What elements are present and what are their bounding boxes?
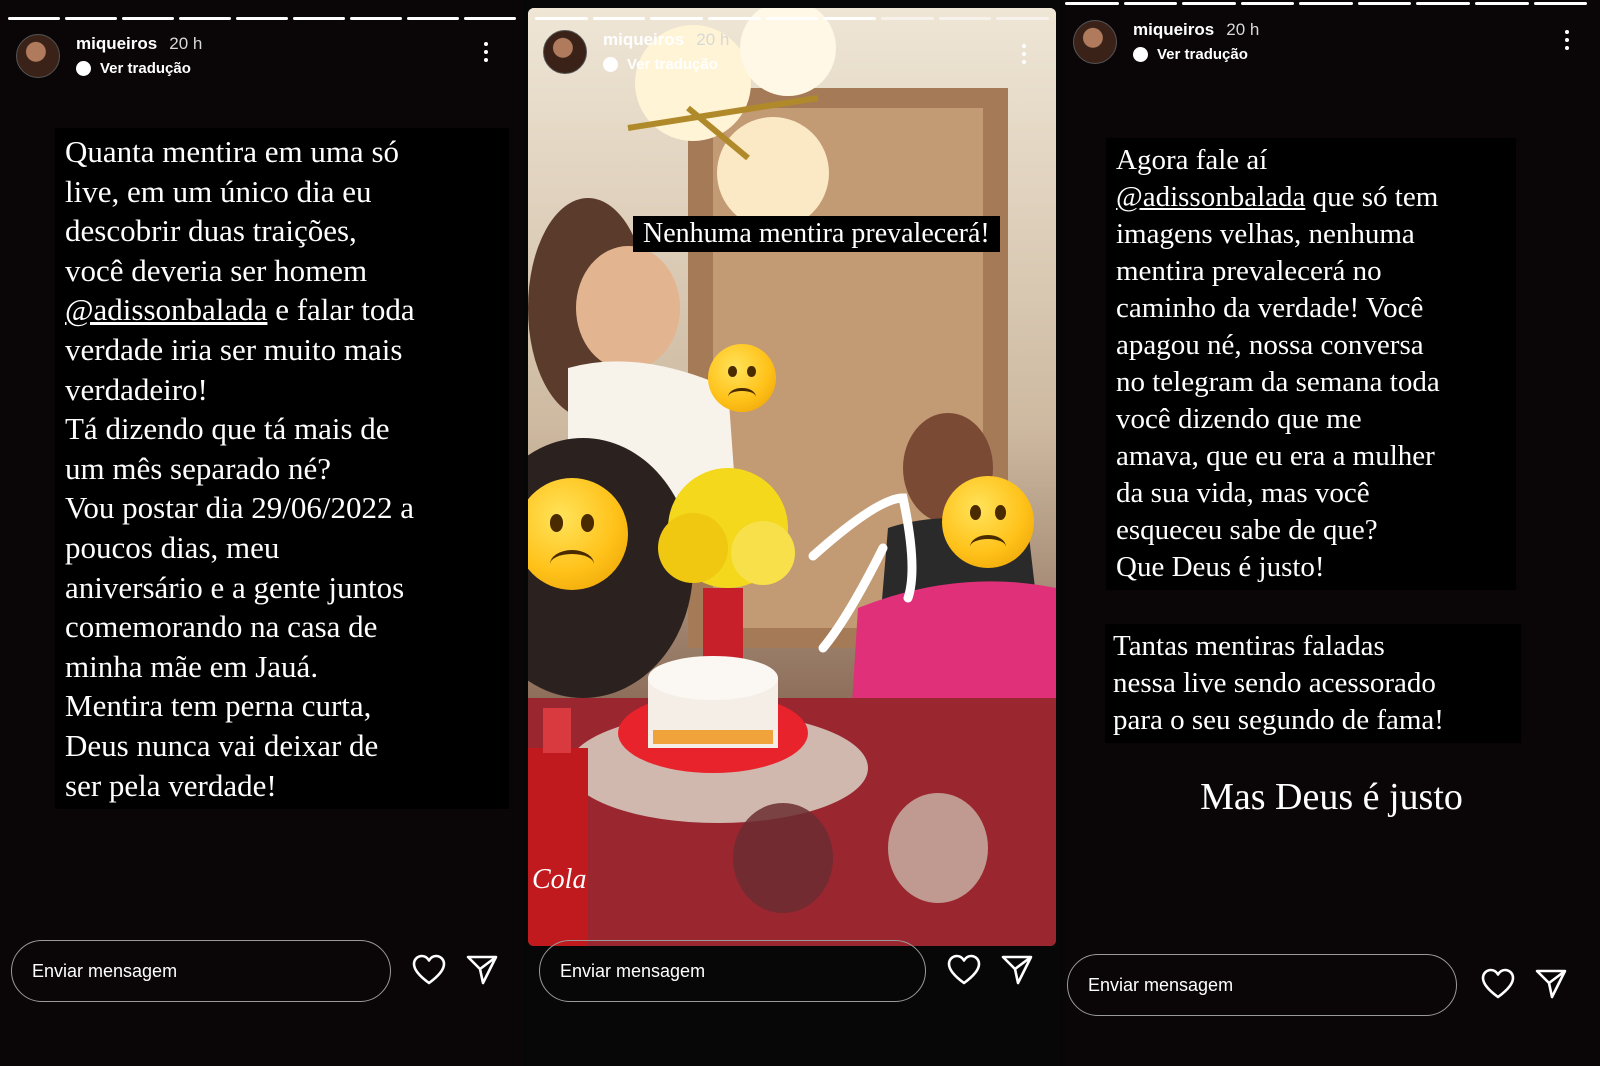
progress-segment bbox=[765, 17, 819, 20]
translate-icon bbox=[603, 57, 618, 72]
progress-segment bbox=[996, 17, 1050, 20]
bottle-label: Cola bbox=[532, 864, 586, 895]
sad-face-emoji bbox=[942, 476, 1034, 568]
story-progress-bar bbox=[535, 17, 1050, 20]
progress-segment bbox=[1065, 2, 1119, 5]
more-options-icon[interactable] bbox=[1021, 44, 1027, 64]
progress-segment bbox=[1533, 2, 1588, 5]
progress-segment bbox=[1240, 2, 1295, 5]
avatar[interactable] bbox=[1073, 20, 1117, 64]
sad-face-emoji bbox=[708, 344, 776, 412]
progress-segment bbox=[293, 17, 345, 20]
progress-segment bbox=[1357, 2, 1412, 5]
progress-segment bbox=[535, 17, 588, 20]
progress-segment bbox=[938, 17, 992, 20]
story-text: Agora fale aí bbox=[1116, 144, 1268, 176]
progress-segment bbox=[1123, 2, 1178, 5]
story-progress-bar bbox=[8, 17, 516, 20]
story-text: que só tem imagens velhas, nenhuma menti… bbox=[1116, 181, 1440, 583]
story-photo: Cola bbox=[528, 8, 1056, 946]
progress-segment bbox=[65, 17, 117, 20]
avatar[interactable] bbox=[543, 30, 587, 74]
mention-link[interactable]: @adissonbalada bbox=[1116, 181, 1305, 213]
story-text-block: Tantas mentiras faladas nessa live sendo… bbox=[1105, 624, 1521, 743]
story-time: 20 h bbox=[696, 30, 730, 49]
translate-link[interactable]: Ver tradução bbox=[603, 56, 729, 73]
story-text-block: Mas Deus é justo bbox=[1200, 776, 1463, 818]
progress-segment bbox=[592, 17, 646, 20]
progress-segment bbox=[1299, 2, 1353, 5]
story-text: Quanta mentira em uma só live, em um úni… bbox=[65, 134, 400, 288]
progress-segment bbox=[650, 17, 704, 20]
story-header: miqueiros 20 h Ver tradução bbox=[1073, 20, 1259, 64]
more-options-icon[interactable] bbox=[483, 42, 489, 62]
username[interactable]: miqueiros bbox=[76, 34, 157, 54]
story-time: 20 h bbox=[1226, 20, 1260, 39]
progress-segment bbox=[881, 17, 934, 20]
progress-segment bbox=[708, 17, 761, 20]
progress-segment bbox=[1416, 2, 1470, 5]
progress-segment bbox=[1182, 2, 1236, 5]
send-icon[interactable] bbox=[1001, 954, 1033, 986]
progress-segment bbox=[407, 17, 459, 20]
story-text-block: Agora fale aí @adissonbalada que só tem … bbox=[1106, 138, 1516, 590]
story-progress-bar bbox=[1065, 2, 1588, 5]
progress-segment bbox=[350, 17, 402, 20]
username[interactable]: miqueiros bbox=[603, 30, 684, 50]
progress-segment bbox=[236, 17, 288, 20]
mention-link[interactable]: @adissonbalada bbox=[65, 292, 267, 327]
progress-segment bbox=[1474, 2, 1529, 5]
translate-label: Ver tradução bbox=[627, 56, 718, 73]
message-placeholder: Enviar mensagem bbox=[1088, 974, 1234, 995]
translate-link[interactable]: Ver tradução bbox=[76, 60, 202, 77]
story-text-block: Quanta mentira em uma só live, em um úni… bbox=[55, 128, 509, 810]
message-input[interactable]: Enviar mensagem bbox=[1067, 954, 1457, 1016]
send-icon[interactable] bbox=[466, 954, 498, 986]
heart-icon[interactable] bbox=[947, 954, 981, 986]
translate-icon bbox=[1133, 47, 1148, 62]
story-panel-3: miqueiros 20 h Ver tradução Agora fale a… bbox=[1063, 0, 1600, 1066]
heart-icon[interactable] bbox=[1481, 968, 1515, 1000]
progress-segment bbox=[464, 17, 516, 20]
story-header: miqueiros 20 h Ver tradução bbox=[16, 34, 202, 78]
username[interactable]: miqueiros bbox=[1133, 20, 1214, 40]
more-options-icon[interactable] bbox=[1564, 30, 1570, 50]
story-header: miqueiros 20 h Ver tradução bbox=[543, 30, 729, 74]
message-placeholder: Enviar mensagem bbox=[32, 960, 178, 981]
message-input[interactable]: Enviar mensagem bbox=[11, 940, 391, 1002]
story-text: e falar toda verdade iria ser muito mais… bbox=[65, 292, 415, 803]
message-placeholder: Enviar mensagem bbox=[560, 960, 706, 981]
story-time: 20 h bbox=[169, 34, 203, 53]
progress-segment bbox=[8, 17, 60, 20]
avatar[interactable] bbox=[16, 34, 60, 78]
translate-label: Ver tradução bbox=[1157, 46, 1248, 63]
progress-segment bbox=[823, 17, 877, 20]
translate-icon bbox=[76, 61, 91, 76]
progress-segment bbox=[179, 17, 231, 20]
heart-icon[interactable] bbox=[412, 954, 446, 986]
story-panel-1: miqueiros 20 h Ver tradução Quanta menti… bbox=[0, 0, 524, 1066]
send-icon[interactable] bbox=[1535, 968, 1567, 1000]
translate-label: Ver tradução bbox=[100, 60, 191, 77]
story-caption: Nenhuma mentira prevalecerá! bbox=[633, 216, 1000, 252]
message-input[interactable]: Enviar mensagem bbox=[539, 940, 926, 1002]
translate-link[interactable]: Ver tradução bbox=[1133, 46, 1259, 63]
progress-segment bbox=[122, 17, 174, 20]
